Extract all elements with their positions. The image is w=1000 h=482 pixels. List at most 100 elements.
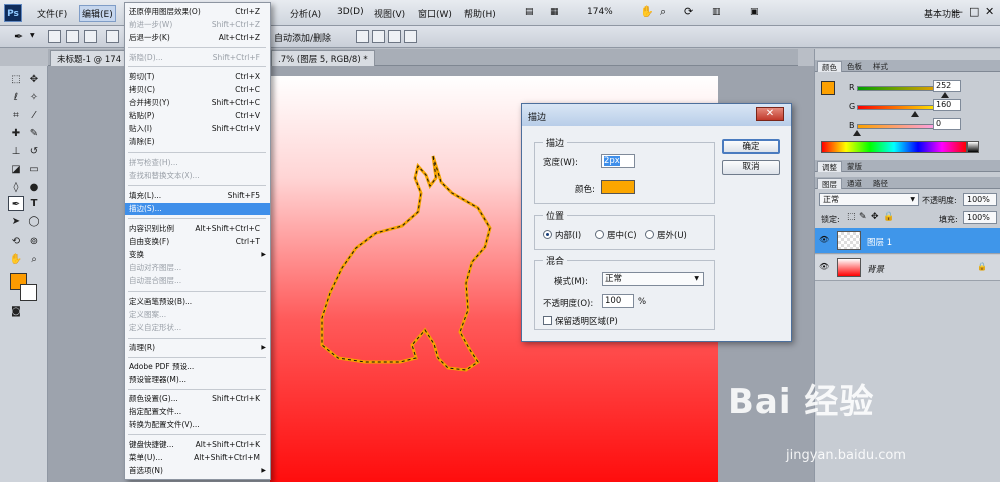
layer-name[interactable]: 图层 1 <box>867 236 892 248</box>
tab-styles[interactable]: 样式 <box>869 61 892 72</box>
dialog-title-bar[interactable] <box>522 104 791 126</box>
menu-item-fill[interactable]: 填充(L)... Shift+F5 <box>125 190 270 202</box>
tab-layers[interactable]: 图层 <box>817 178 842 189</box>
preserve-transparency-label: 保留透明区域(P) <box>555 317 618 327</box>
grayscale-ramp[interactable] <box>967 141 979 153</box>
visibility-eye-icon[interactable]: 👁 <box>819 235 829 244</box>
cancel-button[interactable]: 取消 <box>722 160 780 175</box>
opacity-input[interactable]: 100 <box>602 294 634 308</box>
layer-blend-mode-select[interactable]: 正常 ▼ <box>819 193 919 206</box>
layer-row[interactable]: 👁 背景 🔒 <box>815 255 1000 281</box>
green-value[interactable]: 160 <box>933 99 961 111</box>
menu-separator <box>128 338 266 339</box>
mode-select[interactable]: 正常 ▼ <box>602 272 704 286</box>
menu-item-fade: 渐隐(D)... Shift+Ctrl+F <box>129 53 260 62</box>
lock-icon: 🔒 <box>977 262 987 271</box>
red-value[interactable]: 252 <box>933 80 961 92</box>
close-icon[interactable]: ✕ <box>756 107 784 121</box>
layer-row[interactable]: 👁 图层 1 <box>815 228 1000 254</box>
tab-swatches[interactable]: 色板 <box>843 61 866 72</box>
menu-item-stroke[interactable]: 描边(S)... <box>125 203 270 215</box>
red-slider[interactable] <box>857 86 945 91</box>
red-slider-thumb[interactable] <box>941 92 949 98</box>
mode-label: 模式(M): <box>554 277 588 287</box>
blue-slider-thumb[interactable] <box>853 130 861 136</box>
layer-fill-input[interactable]: 100% <box>963 211 997 224</box>
position-center-radio[interactable] <box>595 230 604 239</box>
tab-masks[interactable]: 蒙版 <box>843 161 866 172</box>
menu-item-keyboard-shortcuts[interactable]: 键盘快捷键... Alt+Shift+Ctrl+K <box>125 439 270 451</box>
menu-item-find-replace: 查找和替换文本(X)... <box>129 171 200 180</box>
green-slider-thumb[interactable] <box>911 111 919 117</box>
blue-slider[interactable] <box>857 124 945 129</box>
tab-color[interactable]: 颜色 <box>817 61 842 72</box>
green-slider[interactable] <box>857 105 945 110</box>
layer-name[interactable]: 背景 <box>867 263 884 275</box>
preserve-transparency-checkbox[interactable] <box>543 316 552 325</box>
opacity-label: 不透明度(O): <box>543 299 594 309</box>
ok-button[interactable]: 确定 <box>722 139 780 154</box>
fill-label: 填充: <box>939 215 958 224</box>
menu-item-define-brush[interactable]: 定义画笔预设(B)... <box>125 296 270 308</box>
stroke-color-swatch[interactable] <box>601 180 635 194</box>
menu-item-define-pattern: 定义图案... <box>129 310 167 319</box>
menu-item-preferences[interactable]: 首选项(N) ▶ <box>125 465 270 477</box>
tab-adjustments[interactable]: 调整 <box>817 161 842 172</box>
channel-r-label: R <box>849 83 855 92</box>
lock-transparent-icon[interactable]: ⬚ <box>847 212 856 222</box>
channel-b-label: B <box>849 121 855 130</box>
layer-opacity-input[interactable]: 100% <box>963 193 997 206</box>
chevron-down-icon: ▼ <box>910 196 915 203</box>
tab-paths[interactable]: 路径 <box>869 178 892 189</box>
menu-item-purge[interactable]: 清理(R) ▶ <box>125 342 270 354</box>
position-center-label: 居中(C) <box>607 231 637 241</box>
stroke-dialog: 描边 ✕ 描边 宽度(W): 2px 颜色: 位置 内部(I) 居中(C) 居外… <box>521 103 792 342</box>
position-outside-radio[interactable] <box>645 230 654 239</box>
watermark-url: jingyan.baidu.com <box>786 448 906 463</box>
stroke-group: 描边 宽度(W): 2px 颜色: <box>534 136 715 204</box>
opacity-unit: % <box>638 297 647 307</box>
edit-menu-dropdown: 还原停用图层效果(O) Ctrl+Z 前进一步(W) Shift+Ctrl+Z 后退… <box>124 2 271 480</box>
panel-foreground-swatch[interactable] <box>821 81 835 95</box>
blending-group: 混合 模式(M): 正常 ▼ 不透明度(O): 100 % 保留透明区域(P) <box>534 254 715 330</box>
menu-item-copy[interactable]: 拷贝(C) Ctrl+C <box>125 84 270 96</box>
chevron-down-icon: ▼ <box>694 275 699 282</box>
menu-item-copy-merged[interactable]: 合并拷贝(Y) Shift+Ctrl+C <box>125 97 270 109</box>
menu-item-auto-align-layers: 自动对齐图层... <box>129 263 182 272</box>
color-spectrum-bar[interactable] <box>821 141 967 153</box>
layer-thumbnail <box>837 231 861 250</box>
position-outside-label: 居外(U) <box>657 231 687 241</box>
menu-item-color-settings[interactable]: 颜色设置(G)... Shift+Ctrl+K <box>125 393 270 405</box>
watermark-logo: Bai 经验 <box>728 382 875 422</box>
menu-item-clear[interactable]: 清除(E) <box>125 136 270 148</box>
menu-item-content-aware-scale[interactable]: 内容识别比例 Alt+Shift+Ctrl+C <box>125 223 270 235</box>
menu-item-paste-into[interactable]: 贴入(I) Shift+Ctrl+V <box>125 123 270 135</box>
lock-all-icon[interactable]: 🔒 <box>883 212 894 222</box>
menu-item-adobe-pdf-presets[interactable]: Adobe PDF 预设... <box>125 361 270 373</box>
position-inside-radio[interactable] <box>543 230 552 239</box>
menu-separator <box>128 47 266 48</box>
menu-item-convert-profile[interactable]: 转换为配置文件(V)... <box>125 419 270 431</box>
width-input[interactable]: 2px <box>601 154 635 168</box>
lock-image-icon[interactable]: ✎ <box>859 212 867 222</box>
color-label: 颜色: <box>575 185 595 195</box>
menu-item-cut[interactable]: 剪切(T) Ctrl+X <box>125 71 270 83</box>
tab-channels[interactable]: 通道 <box>843 178 866 189</box>
blue-value[interactable]: 0 <box>933 118 961 130</box>
width-label: 宽度(W): <box>543 158 578 168</box>
menu-item-free-transform[interactable]: 自由变换(F) Ctrl+T <box>125 236 270 248</box>
menu-item-transform[interactable]: 变换 ▶ <box>125 249 270 261</box>
visibility-eye-icon[interactable]: 👁 <box>819 262 829 271</box>
menu-item-undo[interactable]: 还原停用图层效果(O) Ctrl+Z <box>125 6 270 18</box>
menu-item-assign-profile[interactable]: 指定配置文件... <box>125 406 270 418</box>
menu-item-step-backward[interactable]: 后退一步(K) Alt+Ctrl+Z <box>125 32 270 44</box>
menu-item-menus[interactable]: 菜单(U)... Alt+Shift+Ctrl+M <box>125 452 270 464</box>
menu-item-paste[interactable]: 粘贴(P) Ctrl+V <box>125 110 270 122</box>
position-group: 位置 内部(I) 居中(C) 居外(U) <box>534 209 715 250</box>
menu-separator <box>128 357 266 358</box>
layer-opacity-label: 不透明度: <box>922 196 957 205</box>
menu-separator <box>128 152 266 153</box>
menu-item-preset-manager[interactable]: 预设管理器(M)... <box>125 374 270 386</box>
lock-position-icon[interactable]: ✥ <box>871 212 879 222</box>
menu-separator <box>128 434 266 435</box>
